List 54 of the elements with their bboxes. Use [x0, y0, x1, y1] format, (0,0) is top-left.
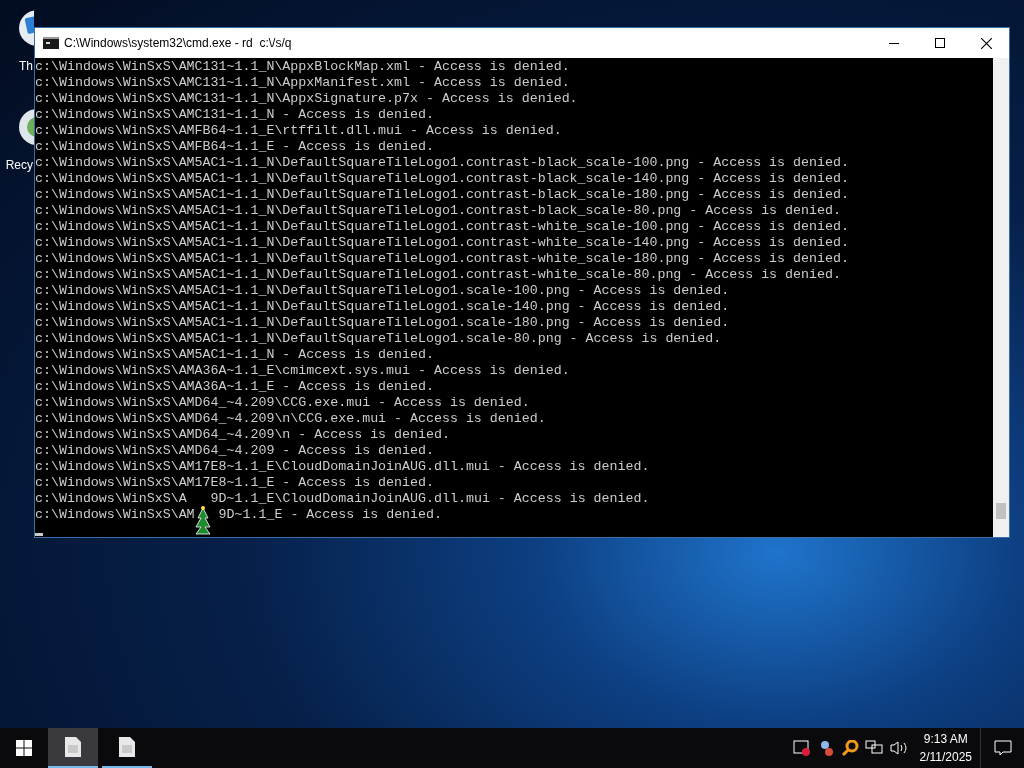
minimize-icon [889, 42, 899, 44]
console-line: c:\Windows\WinSxS\AM5AC1~1.1_N\DefaultSquareTileLogo1.contrast-black_scale-180.png - Access is denied. [35, 187, 849, 203]
speech-bubble-icon [993, 740, 1012, 756]
console-line: c:\Windows\WinSxS\AM17E8~1.1_E\CloudDomainJoinAUG.dll.mui - Access is denied. [35, 459, 650, 475]
console-line: 9D~1.1_E\CloudDomainJoinAUG.dll.mui - Access is denied. [210, 491, 650, 507]
console-line: c:\Windows\WinSxS\AMC131~1.1_N\AppxSignature.p7x - Access is denied. [35, 91, 578, 107]
clock-time: 9:13 AM [923, 731, 968, 748]
scrollbar-thumb[interactable] [996, 503, 1006, 519]
console-line: c:\Windows\WinSxS\AMA36A~1.1_E\cmimcext.sys.mui - Access is denied. [35, 363, 570, 379]
console-line: 9D~1.1_E - Access is denied. [218, 507, 443, 523]
console-line: c:\Windows\WinSxS\AMD64_~4.209\n\CCG.exe.mui - Access is denied. [35, 411, 546, 427]
text-cursor [35, 533, 43, 536]
console-line: c:\Windows\WinSxS\AM5AC1~1.1_N\DefaultSquareTileLogo1.contrast-white_scale-180.png - Access is denied. [35, 251, 849, 267]
console-line: c:\Windows\WinSxS\A [35, 491, 187, 507]
console-line: c:\Windows\WinSxS\AM5AC1~1.1_N\DefaultSquareTileLogo1.contrast-black_scale-140.png - Access is denied. [35, 171, 849, 187]
console-line: c:\Windows\WinSxS\AM5AC1~1.1_N\DefaultSquareTileLogo1.contrast-black_scale-80.png - Access is denied. [35, 203, 841, 219]
console-line: c:\Windows\WinSxS\AMC131~1.1_N\AppxManifest.xml - Access is denied. [35, 75, 570, 91]
maximize-icon [935, 38, 945, 48]
console-line: c:\Windows\WinSxS\AM5AC1~1.1_N\DefaultSquareTileLogo1.contrast-white_scale-140.png - Access is denied. [35, 235, 849, 251]
document-icon[interactable] [118, 736, 136, 758]
warning-icon[interactable] [792, 740, 811, 756]
icon-label: Th [19, 60, 34, 72]
icon-label: Recy [5, 159, 34, 171]
console-app-icon [43, 37, 59, 49]
console-line: c:\Windows\WinSxS\AM5AC1~1.1_N\DefaultSquareTileLogo1.contrast-white_scale-100.png - Access is denied. [35, 219, 849, 235]
console-line: c:\Windows\WinSxS\AM [35, 507, 195, 523]
taskbar-app[interactable] [48, 728, 98, 768]
magnifier-icon[interactable] [840, 740, 859, 756]
console-line: c:\Windows\WinSxS\AM5AC1~1.1_N\DefaultSquareTileLogo1.contrast-black_scale-100.png - Access is denied. [35, 155, 849, 171]
windows-logo-icon [16, 740, 32, 756]
speaker-icon[interactable] [888, 740, 909, 756]
scrollbar[interactable] [993, 58, 1009, 537]
console-line: c:\Windows\WinSxS\AM5AC1~1.1_N\DefaultSquareTileLogo1.scale-100.png - Access is denied. [35, 283, 730, 299]
clock[interactable]: 9:13 AM 2/11/2025 [911, 730, 980, 766]
console-line: c:\Windows\WinSxS\AM5AC1~1.1_N\DefaultSquareTileLogo1.scale-180.png - Access is denied. [35, 315, 730, 331]
close-icon [980, 37, 992, 49]
console-line: c:\Windows\WinSxS\AMC131~1.1_N - Access is denied. [35, 107, 434, 123]
console-line: c:\Windows\WinSxS\AMA36A~1.1_E - Access is denied. [35, 379, 434, 395]
console-line: c:\Windows\WinSxS\AMD64_~4.209\CCG.exe.mui - Access is denied. [35, 395, 530, 411]
clock-date: 2/11/2025 [919, 749, 972, 766]
console-line: c:\Windows\WinSxS\AM17E8~1.1_E - Access is denied. [35, 475, 434, 491]
document-icon[interactable] [64, 736, 82, 758]
console-line: c:\Windows\WinSxS\AMC131~1.1_N\AppxBlockMap.xml - Access is denied. [35, 59, 570, 75]
console-line: c:\Windows\WinSxS\AM5AC1~1.1_N - Access is denied. [35, 347, 434, 363]
network-icon[interactable] [864, 740, 883, 756]
console-line: c:\Windows\WinSxS\AM5AC1~1.1_N\DefaultSquareTileLogo1.contrast-white_scale-80.png - Access is denied. [35, 267, 841, 283]
console-line: c:\Windows\WinSxS\AMFB64~1.1_E\rtffilt.dll.mui - Access is denied. [35, 123, 562, 139]
console-line: c:\Windows\WinSxS\AM5AC1~1.1_N\DefaultSquareTileLogo1.scale-140.png - Access is denied. [35, 299, 730, 315]
tree-cursor-icon [195, 505, 211, 535]
console-line: c:\Windows\WinSxS\AMFB64~1.1_E - Access is denied. [35, 139, 434, 155]
console-line: c:\Windows\WinSxS\AMD64_~4.209 - Access is denied. [35, 443, 434, 459]
console-line: c:\Windows\WinSxS\AM5AC1~1.1_N\DefaultSquareTileLogo1.scale-80.png - Access is denied. [35, 331, 722, 347]
window-title: C:\Windows\system32\cmd.exe - rd c:\/s/q [64, 35, 292, 52]
console-line: c:\Windows\WinSxS\AMD64_~4.209\n - Access is denied. [35, 427, 450, 443]
